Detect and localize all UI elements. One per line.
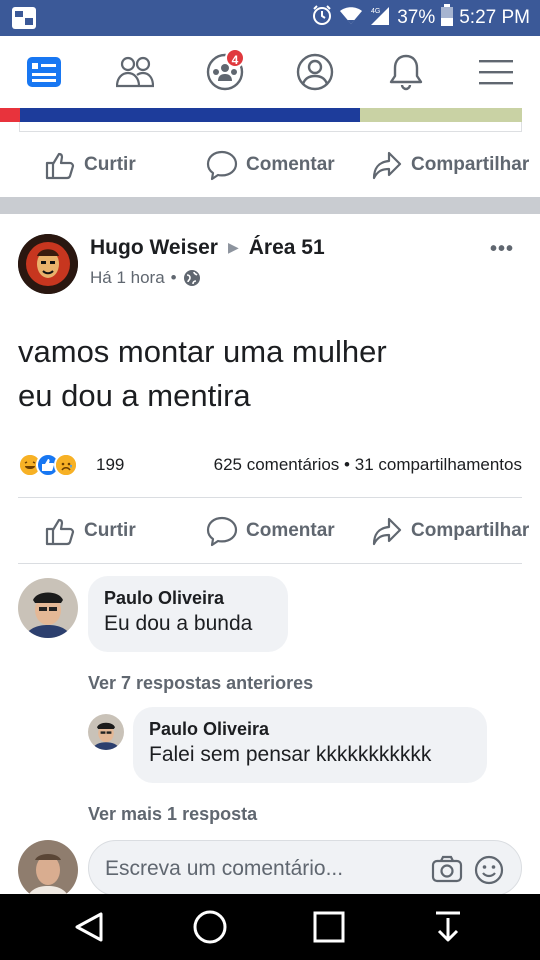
meta-dot: • [170,268,177,287]
recents-square-icon [313,911,345,943]
hide-keyboard-button[interactable] [428,907,468,947]
clock: 5:27 PM [459,7,530,28]
share-icon [372,151,402,180]
post-meta: Há 1 hora • [90,268,201,288]
previous-post-frame [19,122,522,132]
wifi-icon [339,5,363,31]
nav-groups[interactable]: 4 [203,48,247,94]
comment-input[interactable]: Escreva um comentário... [88,840,522,896]
status-bar: 4G 37% 5:27 PM [0,0,540,36]
globe-icon [183,270,200,286]
prev-comment-label: Comentar [246,154,335,175]
svg-text:4G: 4G [371,8,380,15]
post-author-name[interactable]: Hugo Weiser [90,236,218,259]
stats-dot: • [344,455,350,474]
comment-label: Comentar [246,520,335,541]
prev-like-button[interactable]: Curtir [44,149,136,181]
post-body: vamos montar uma mulher eu dou a mentira [18,330,518,418]
arrow-right-icon: ▶ [227,239,239,255]
comment-text: Eu dou a bunda [104,612,253,635]
prev-like-label: Curtir [84,154,136,175]
feed-separator [0,197,540,214]
commenter-avatar[interactable] [18,578,78,638]
prev-comment-button[interactable]: Comentar [206,149,335,181]
emoji-icon[interactable] [474,855,504,890]
post-actions: Curtir Comentar Compartilhar [0,506,540,556]
top-navigation: 4 [0,36,540,108]
share-label: Compartilhar [411,520,530,541]
comments-count[interactable]: 625 comentários [214,455,340,474]
nav-friends[interactable] [113,50,157,94]
view-more-replies[interactable]: Ver mais 1 resposta [88,804,257,825]
reply-bubble[interactable]: Paulo Oliveira Falei sem pensar kkkkkkkk… [133,707,487,783]
bell-icon [389,54,423,91]
friends-icon [116,56,154,88]
news-feed-icon [27,57,61,87]
android-navigation-bar [0,894,540,960]
recents-button[interactable] [309,907,349,947]
reply-text: Falei sem pensar kkkkkkkkkkk [149,743,432,766]
comment-author[interactable]: Paulo Oliveira [104,586,272,610]
prev-share-label: Compartilhar [411,154,530,175]
reply-avatar[interactable] [88,714,124,750]
back-triangle-icon [75,912,103,942]
hamburger-icon [479,60,513,85]
divider [18,497,522,498]
home-circle-icon [193,910,227,944]
comment-bubble[interactable]: Paulo Oliveira Eu dou a bunda [88,576,288,652]
reply-author[interactable]: Paulo Oliveira [149,717,471,741]
comment-icon [206,150,238,181]
app-notification-icon [12,7,36,29]
like-label: Curtir [84,520,136,541]
nav-news-feed[interactable] [22,50,66,94]
comment-icon [206,516,238,547]
post-options-button[interactable]: ••• [490,238,514,261]
view-previous-replies[interactable]: Ver 7 respostas anteriores [88,673,313,694]
signal-icon: 4G [369,4,391,32]
thumbs-up-icon [45,152,75,180]
nav-menu[interactable] [474,50,518,94]
nav-profile[interactable] [293,50,337,94]
shares-count[interactable]: 31 compartilhamentos [355,455,522,474]
post-stats: 199 625 comentários • 31 compartilhament… [18,452,522,478]
screen: 4G 37% 5:27 PM 4 Curtir Comentar Compart… [0,0,540,960]
reactions-summary[interactable] [18,452,78,478]
post-text-line-1: vamos montar uma mulher [18,334,387,369]
sad-reaction-icon [54,453,78,477]
comments-shares: 625 comentários • 31 compartilhamentos [214,455,522,475]
like-button[interactable]: Curtir [44,515,136,547]
previous-post-actions: Curtir Comentar Compartilhar [0,140,540,190]
post-text-line-2: eu dou a mentira [18,378,251,413]
author-avatar[interactable] [18,234,78,294]
battery-percent: 37% [397,7,436,28]
previous-post-image [0,108,540,122]
comment-input-placeholder: Escreva um comentário... [105,857,344,880]
post-time[interactable]: Há 1 hora [90,268,165,288]
reaction-count[interactable]: 199 [96,455,124,475]
thumbs-up-icon [45,518,75,546]
battery-icon [441,4,454,32]
back-button[interactable] [70,907,110,947]
groups-badge: 4 [225,48,245,68]
alarm-icon [311,4,333,32]
prev-share-button[interactable]: Compartilhar [371,149,529,181]
arrow-down-icon [436,911,460,942]
profile-icon [296,53,334,91]
divider [18,563,522,564]
comment-button[interactable]: Comentar [206,515,335,547]
post-group-name[interactable]: Área 51 [249,236,325,259]
camera-icon[interactable] [431,855,463,888]
post-header-title: Hugo Weiser ▶ Área 51 [90,236,325,260]
my-avatar [18,840,78,900]
share-button[interactable]: Compartilhar [371,515,529,547]
home-button[interactable] [190,907,230,947]
share-icon [372,517,402,546]
nav-notifications[interactable] [384,50,428,94]
status-bar-right: 4G 37% 5:27 PM [311,0,530,36]
